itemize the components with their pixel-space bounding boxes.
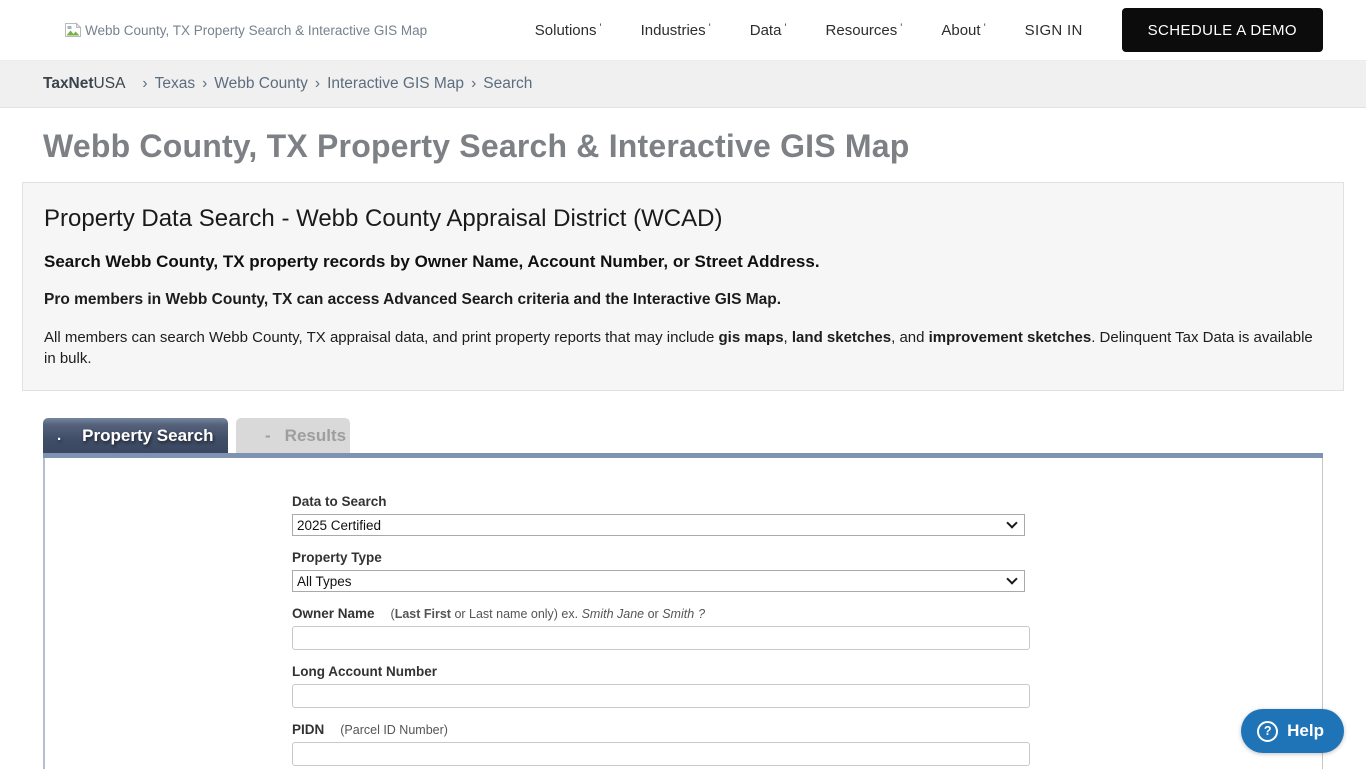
nav-label: Data	[750, 22, 782, 39]
property-type-label: Property Type	[292, 549, 382, 566]
intro-info-box: Property Data Search - Webb County Appra…	[22, 182, 1344, 391]
pidn-label: PIDN	[292, 721, 324, 738]
members-text: All members can search Webb County, TX a…	[44, 329, 719, 346]
nav-label: Resources	[826, 22, 898, 39]
nav-item-resources[interactable]: Resources'	[826, 22, 903, 39]
sign-in-link[interactable]: SIGN IN	[1025, 22, 1083, 39]
nav-item-solutions[interactable]: Solutions'	[535, 22, 602, 39]
tab-property-search[interactable]: . Property Search	[43, 418, 228, 453]
hint-example: Smith Jane	[582, 607, 645, 621]
long-account-number-label: Long Account Number	[292, 663, 437, 680]
field-long-account-number: Long Account Number	[292, 663, 1322, 708]
logo-alt-text: Webb County, TX Property Search & Intera…	[85, 23, 427, 38]
caret-down-icon: '	[784, 22, 786, 34]
owner-name-input[interactable]	[292, 626, 1030, 650]
breadcrumb-link-webb-county[interactable]: Webb County	[214, 75, 308, 93]
members-text: , and	[891, 329, 929, 346]
main-nav: Solutions' Industries' Data' Resources' …	[535, 8, 1323, 52]
breadcrumb-separator-icon: ›	[315, 75, 320, 93]
field-property-type: Property Type All Types	[292, 549, 1322, 592]
site-logo[interactable]: Webb County, TX Property Search & Intera…	[64, 22, 427, 38]
tab-marker-icon: .	[57, 427, 61, 444]
broken-image-icon	[64, 22, 82, 38]
search-tabs-section: . Property Search - Results Data to Sear…	[43, 418, 1323, 769]
pidn-hint: (Parcel ID Number)	[340, 723, 448, 737]
field-owner-name: Owner Name (Last First or Last name only…	[292, 605, 1322, 650]
tab-label: Results	[285, 426, 346, 446]
caret-down-icon: '	[709, 22, 711, 34]
property-type-select[interactable]: All Types	[292, 570, 1025, 592]
members-bold-land-sketches: land sketches	[792, 329, 891, 346]
tab-label: Property Search	[82, 426, 213, 446]
hint-bold: Last First	[395, 607, 451, 621]
nav-item-data[interactable]: Data'	[750, 22, 787, 39]
intro-members-line: All members can search Webb County, TX a…	[44, 327, 1322, 369]
owner-name-label: Owner Name	[292, 605, 375, 622]
pidn-input[interactable]	[292, 742, 1030, 766]
data-to-search-select[interactable]: 2025 Certified	[292, 514, 1025, 536]
breadcrumb-link-search[interactable]: Search	[483, 75, 532, 93]
nav-label: Industries	[641, 22, 706, 39]
long-account-number-input[interactable]	[292, 684, 1030, 708]
nav-label: Solutions	[535, 22, 597, 39]
schedule-demo-button[interactable]: SCHEDULE A DEMO	[1122, 8, 1323, 52]
caret-down-icon: '	[599, 22, 601, 34]
help-button[interactable]: ? Help	[1241, 709, 1344, 753]
nav-item-about[interactable]: About '	[941, 22, 985, 39]
help-button-label: Help	[1287, 721, 1324, 741]
hint-example: Smith	[662, 607, 694, 621]
breadcrumb-link-texas[interactable]: Texas	[155, 75, 196, 93]
brand-strong: TaxNet	[43, 75, 94, 92]
hint-text: or	[644, 607, 662, 621]
property-search-panel: Data to Search 2025 Certified Property T…	[43, 458, 1323, 769]
question-mark-icon: ?	[1257, 721, 1278, 742]
breadcrumb-separator-icon: ›	[202, 75, 207, 93]
page-title: Webb County, TX Property Search & Intera…	[43, 125, 1323, 167]
intro-search-line: Search Webb County, TX property records …	[44, 251, 1322, 273]
field-pidn: PIDN (Parcel ID Number)	[292, 721, 1322, 766]
brand-light: USA	[94, 75, 126, 92]
top-header: Webb County, TX Property Search & Intera…	[0, 0, 1366, 61]
owner-name-hint: (Last First or Last name only) ex. Smith…	[391, 607, 706, 621]
hint-text: or Last name only) ex.	[451, 607, 582, 621]
data-to-search-label: Data to Search	[292, 493, 387, 510]
tab-marker-icon: -	[265, 426, 271, 446]
breadcrumb: TaxNetUSA › Texas › Webb County › Intera…	[0, 61, 1366, 108]
caret-down-icon: '	[900, 22, 902, 34]
owner-name-help-link[interactable]: ?	[698, 607, 705, 621]
nav-label: About	[941, 22, 980, 39]
breadcrumb-brand[interactable]: TaxNetUSA	[43, 75, 125, 93]
members-bold-improvement-sketches: improvement sketches	[929, 329, 1092, 346]
breadcrumb-separator-icon: ›	[142, 75, 147, 93]
members-text: ,	[784, 329, 792, 346]
tab-row: . Property Search - Results	[43, 418, 1323, 453]
members-bold-gis-maps: gis maps	[719, 329, 784, 346]
nav-item-industries[interactable]: Industries'	[641, 22, 711, 39]
caret-down-icon: '	[984, 22, 986, 34]
intro-pro-line: Pro members in Webb County, TX can acces…	[44, 290, 1322, 310]
intro-heading: Property Data Search - Webb County Appra…	[44, 202, 1322, 235]
field-data-to-search: Data to Search 2025 Certified	[292, 493, 1322, 536]
tab-results[interactable]: - Results	[236, 418, 350, 453]
breadcrumb-link-gis-map[interactable]: Interactive GIS Map	[327, 75, 464, 93]
breadcrumb-separator-icon: ›	[471, 75, 476, 93]
